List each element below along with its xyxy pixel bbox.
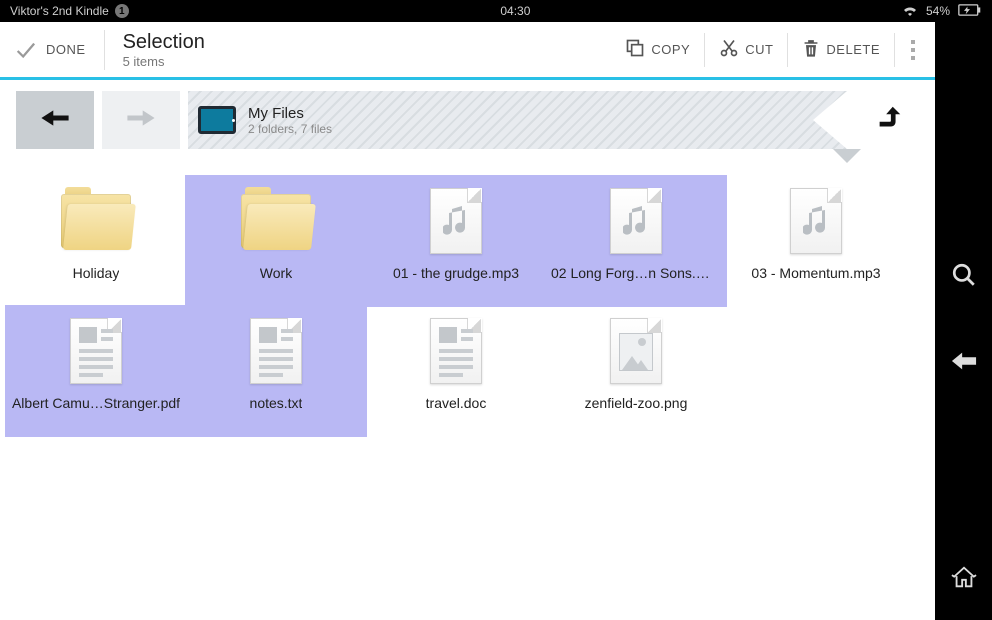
selection-title: Selection (123, 31, 612, 54)
file-label: 01 - the grudge.mp3 (393, 265, 519, 281)
cut-label: CUT (745, 42, 773, 57)
file-label: zenfield-zoo.png (585, 395, 688, 411)
doc-icon (416, 311, 496, 391)
nav-back-button[interactable] (16, 91, 94, 149)
file-item[interactable]: Albert Camu…Stranger.pdf (5, 305, 187, 437)
arrow-right-icon (124, 106, 158, 135)
copy-icon (625, 38, 645, 61)
file-item[interactable]: 01 - the grudge.mp3 (365, 175, 547, 307)
file-label: notes.txt (250, 395, 303, 411)
selection-subtitle: 5 items (123, 54, 612, 69)
nav-up-button[interactable] (859, 91, 919, 149)
sys-home-button[interactable] (951, 564, 977, 590)
arrow-left-icon (38, 106, 72, 135)
folder-icon (236, 181, 316, 261)
folder-icon (56, 181, 136, 261)
done-label: DONE (46, 42, 86, 57)
breadcrumb-detail: 2 folders, 7 files (248, 122, 332, 136)
system-bar (935, 22, 992, 620)
file-grid: Holiday Work 01 - the grudge.mp3 02 Long Fo… (0, 160, 935, 620)
file-label: Albert Camu…Stranger.pdf (12, 395, 180, 411)
file-item[interactable]: Holiday (5, 175, 187, 307)
cut-button[interactable]: CUT (705, 30, 787, 70)
status-bar: Viktor's 2nd Kindle 1 04:30 54% (0, 0, 992, 22)
arrow-up-turn-icon (874, 103, 904, 138)
device-name: Viktor's 2nd Kindle (10, 4, 109, 18)
file-label: travel.doc (426, 395, 487, 411)
image-icon (596, 311, 676, 391)
delete-button[interactable]: DELETE (788, 30, 894, 70)
trash-icon (802, 38, 820, 61)
copy-label: COPY (651, 42, 690, 57)
audio-icon (416, 181, 496, 261)
overflow-menu-button[interactable] (895, 38, 931, 62)
selection-action-bar: DONE Selection 5 items COPY CU (0, 22, 935, 80)
doc-icon (236, 311, 316, 391)
battery-icon (958, 4, 982, 19)
notif-badge: 1 (115, 4, 129, 18)
nav-forward-button[interactable] (102, 91, 180, 149)
file-item[interactable]: zenfield-zoo.png (545, 305, 727, 437)
doc-icon (56, 311, 136, 391)
file-item[interactable]: notes.txt (185, 305, 367, 437)
battery-pct: 54% (926, 4, 950, 18)
overflow-icon (911, 38, 915, 62)
app-panel: DONE Selection 5 items COPY CU (0, 22, 935, 620)
file-item[interactable]: 02 Long Forg…n Sons.mp3 (545, 175, 727, 307)
breadcrumb-name: My Files (248, 105, 332, 122)
delete-label: DELETE (826, 42, 880, 57)
wifi-icon (902, 4, 918, 19)
copy-button[interactable]: COPY (611, 30, 704, 70)
clock: 04:30 (129, 4, 902, 18)
audio-icon (776, 181, 856, 261)
done-button[interactable]: DONE (14, 30, 105, 70)
file-label: 03 - Momentum.mp3 (751, 265, 880, 281)
file-label: 02 Long Forg…n Sons.mp3 (551, 265, 721, 281)
sys-search-button[interactable] (951, 262, 977, 288)
check-icon (14, 40, 34, 60)
tablet-icon (198, 106, 236, 134)
breadcrumb[interactable]: My Files 2 folders, 7 files (188, 91, 847, 149)
cut-icon (719, 38, 739, 61)
nav-bar: My Files 2 folders, 7 files (0, 80, 935, 160)
file-item[interactable]: 03 - Momentum.mp3 (725, 175, 907, 307)
file-label: Work (260, 265, 292, 281)
file-item[interactable]: travel.doc (365, 305, 547, 437)
sys-back-button[interactable] (951, 348, 977, 374)
file-label: Holiday (73, 265, 120, 281)
file-item[interactable]: Work (185, 175, 367, 307)
audio-icon (596, 181, 676, 261)
